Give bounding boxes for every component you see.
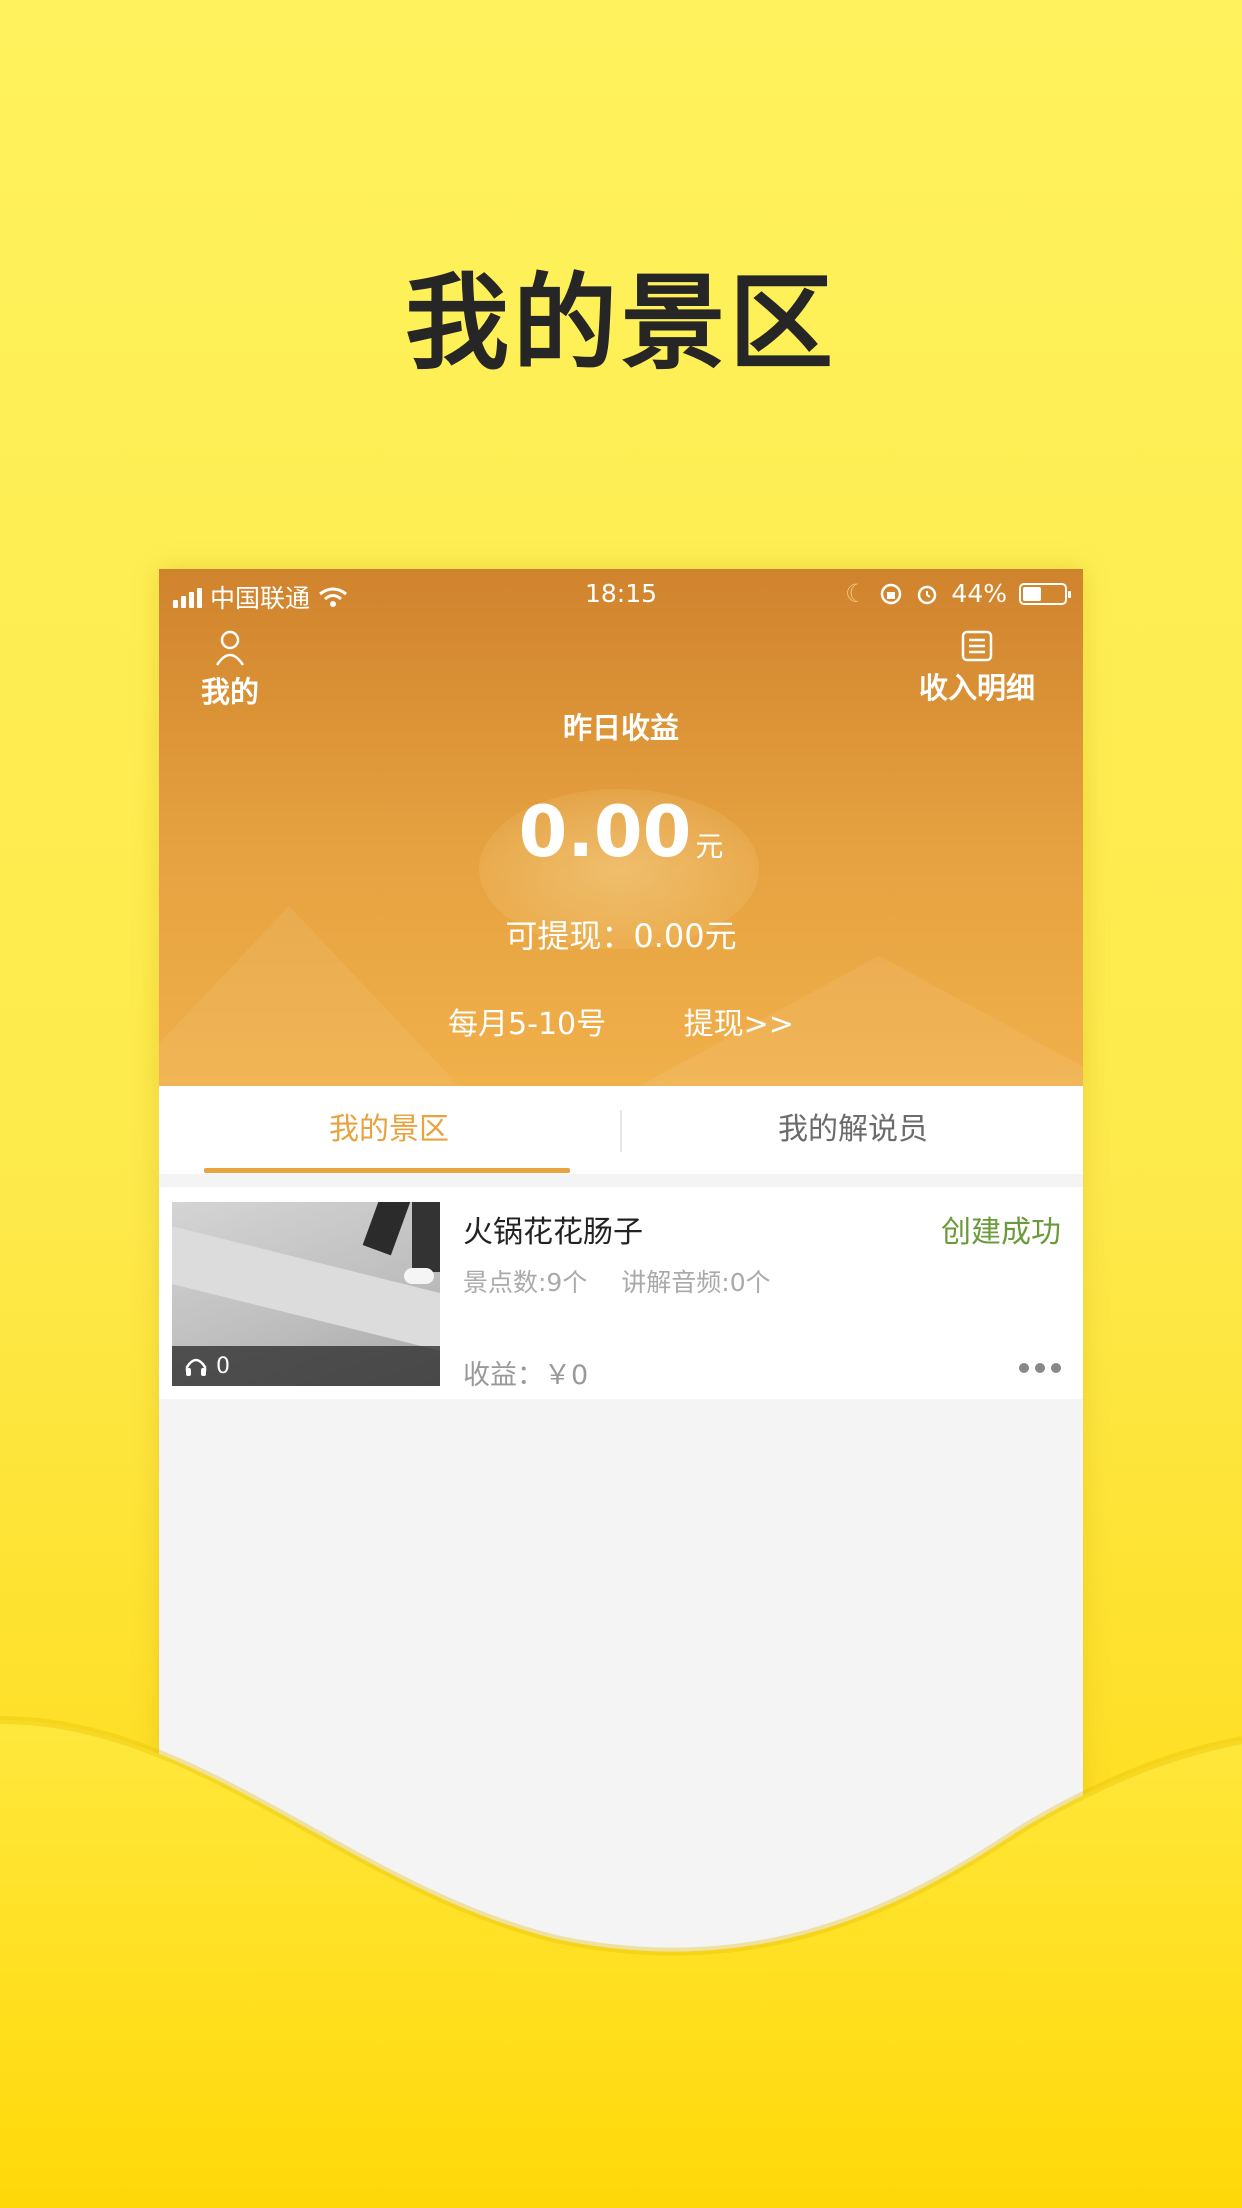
promo-title: 我的景区 [404, 262, 837, 384]
moon-icon: ☾ [845, 579, 868, 608]
active-tab-indicator [204, 1168, 570, 1173]
status-badge: 创建成功 [941, 1215, 1061, 1250]
more-options-icon[interactable] [1019, 1363, 1061, 1373]
tab-divider [620, 1110, 622, 1152]
withdrawable-amount: 可提现：0.00元 [505, 917, 737, 955]
scenic-card[interactable]: 0 火锅花花肠子 创建成功 景点数:9个 讲解音频:0个 收益：￥0 [159, 1187, 1083, 1399]
tab-my-guides[interactable]: 我的解说员 [623, 1086, 1083, 1174]
list-icon [961, 630, 993, 662]
status-bar: 中国联通 18:15 ☾ 44% [159, 569, 1083, 619]
withdraw-link[interactable]: 提现>> [684, 1007, 794, 1042]
withdraw-period: 每月5-10号 [448, 1007, 607, 1042]
listen-count-bar: 0 [172, 1346, 440, 1386]
earnings-amount: 0.00 元 [159, 791, 1083, 873]
battery-percent: 44% [951, 579, 1007, 608]
tab-bar: 我的景区 我的解说员 [159, 1086, 1083, 1174]
scenic-income: 收益：￥0 [463, 1360, 589, 1391]
tab-my-scenic[interactable]: 我的景区 [159, 1086, 619, 1174]
withdraw-row: 每月5-10号 提现>> [159, 999, 1083, 1043]
audio-count: 讲解音频:0个 [621, 1268, 771, 1297]
scenic-thumbnail: 0 [172, 1202, 440, 1386]
income-details-label: 收入明细 [918, 671, 1035, 705]
yesterday-earnings-label: 昨日收益 [562, 711, 679, 745]
my-profile-button[interactable]: 我的 [195, 629, 265, 711]
alarm-icon [918, 585, 937, 604]
scenic-title: 火锅花花肠子 [463, 1215, 643, 1250]
earnings-header: 中国联通 18:15 ☾ 44% 我的 收入明细 昨日收益 0.00 元 可提现… [159, 569, 1083, 1086]
my-profile-label: 我的 [200, 675, 259, 709]
battery-icon [1019, 582, 1071, 605]
headphones-icon [185, 1358, 207, 1376]
wave-decor [0, 1716, 1242, 2208]
rotation-lock-icon [881, 583, 902, 604]
listen-count: 0 [216, 1353, 230, 1379]
user-icon [215, 630, 245, 666]
spot-count: 景点数:9个 [463, 1268, 588, 1297]
amount-value: 0.00 [518, 791, 692, 873]
scenic-meta: 景点数:9个 讲解音频:0个 [463, 1263, 797, 1299]
amount-unit: 元 [695, 830, 724, 863]
income-details-button[interactable]: 收入明细 [907, 629, 1047, 707]
